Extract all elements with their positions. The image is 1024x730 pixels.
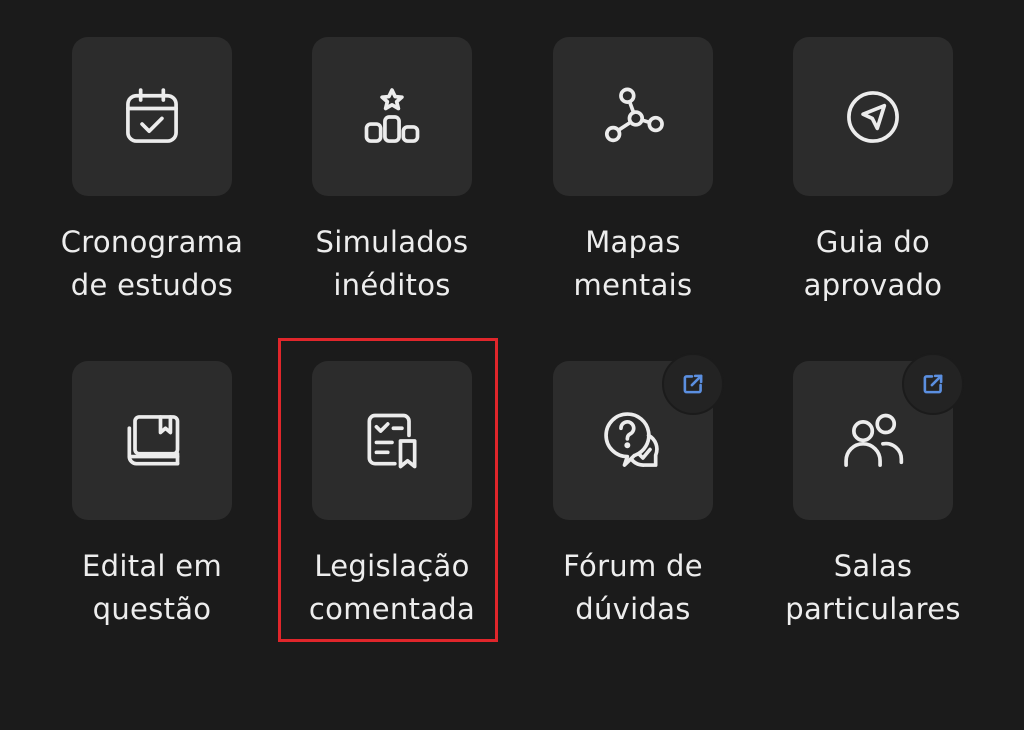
question-chat-icon [604, 411, 659, 467]
salas-label-line1: Salas [833, 549, 913, 583]
users-icon [844, 413, 904, 467]
mind-map-icon [604, 87, 664, 142]
external-link-icon [923, 374, 943, 394]
calendar-check-icon [126, 87, 178, 143]
external-link-icon [683, 374, 703, 394]
forum-label-line1: Fórum de [563, 549, 703, 583]
edital-label: Edital em questão [37, 545, 267, 631]
cronograma-label: Cronograma de estudos [37, 221, 267, 307]
mapas-tile[interactable] [553, 37, 713, 196]
simulados-label-line1: Simulados [315, 225, 469, 259]
simulados-label: Simulados inéditos [277, 221, 507, 307]
salas-external-link[interactable] [902, 353, 964, 415]
forum-label-line2: dúvidas [575, 592, 691, 626]
features-grid: Cronograma de estudos Simulados inéditos… [0, 0, 1024, 730]
edital-label-line1: Edital em [82, 549, 222, 583]
simulados-tile[interactable] [312, 37, 472, 196]
ranking-star-icon [364, 87, 420, 143]
legislacao-label: Legislação comentada [277, 545, 507, 631]
mapas-label-line2: mentais [573, 268, 693, 302]
mapas-label: Mapas mentais [518, 221, 748, 307]
guia-tile[interactable] [793, 37, 953, 196]
book-icon [127, 414, 180, 466]
mapas-label-line1: Mapas [585, 225, 681, 259]
edital-tile[interactable] [72, 361, 232, 520]
forum-external-link[interactable] [662, 353, 724, 415]
cronograma-label-line2: de estudos [70, 268, 234, 302]
cronograma-label-line1: Cronograma [60, 225, 244, 259]
legislacao-label-line1: Legislação [314, 549, 470, 583]
salas-label-line2: particulares [785, 592, 961, 626]
navigation-icon [847, 90, 899, 143]
guia-label-line1: Guia do [815, 225, 931, 259]
guia-label: Guia do aprovado [758, 221, 988, 307]
cronograma-tile[interactable] [72, 37, 232, 196]
simulados-label-line2: inéditos [333, 268, 451, 302]
document-bookmark-icon [367, 413, 417, 468]
guia-label-line2: aprovado [803, 268, 943, 302]
legislacao-tile[interactable] [312, 361, 472, 520]
salas-label: Salas particulares [758, 545, 988, 631]
forum-label: Fórum de dúvidas [518, 545, 748, 631]
edital-label-line2: questão [92, 592, 212, 626]
legislacao-label-line2: comentada [308, 592, 476, 626]
